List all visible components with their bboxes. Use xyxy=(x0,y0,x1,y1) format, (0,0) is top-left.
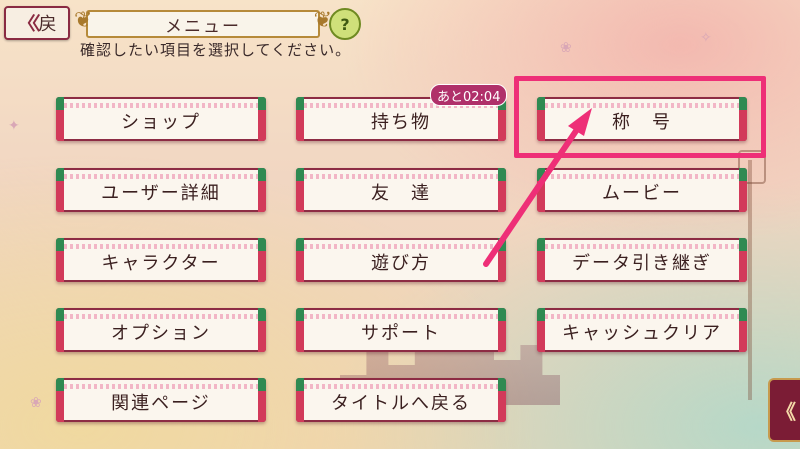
pointer-arrow xyxy=(483,108,592,267)
side-panel-tab[interactable]: 《 xyxy=(768,378,800,442)
chevron-left-icon: 《 xyxy=(776,399,796,424)
